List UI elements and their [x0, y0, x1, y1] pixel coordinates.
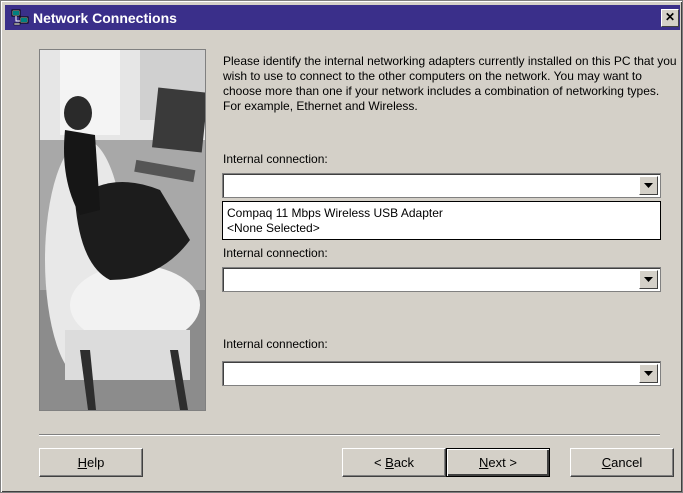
- instructions-text: Please identify the internal networking …: [223, 54, 677, 113]
- close-button[interactable]: ✕: [661, 9, 679, 27]
- connection-1-dropdown-list[interactable]: Compaq 11 Mbps Wireless USB Adapter <Non…: [222, 201, 661, 240]
- back-button[interactable]: < Back: [342, 448, 446, 477]
- cancel-access-key: C: [601, 455, 612, 470]
- connection-3-combo[interactable]: [222, 361, 661, 386]
- next-button[interactable]: Next >: [446, 448, 550, 477]
- connection-3-dropdown-button[interactable]: [639, 364, 658, 383]
- help-label-rest: elp: [87, 455, 105, 470]
- network-computers-icon: [11, 9, 29, 27]
- help-access-key: H: [77, 455, 88, 470]
- connection-2-combo[interactable]: [222, 267, 661, 292]
- connection-2-label: Internal connection:: [223, 246, 328, 260]
- next-label-rest: ext >: [488, 455, 517, 470]
- connection-3-label: Internal connection:: [223, 337, 328, 351]
- back-access-key: B: [385, 455, 394, 470]
- chevron-down-icon: [644, 371, 653, 376]
- next-access-key: N: [479, 455, 489, 470]
- back-label-rest: ack: [393, 455, 415, 470]
- window-title: Network Connections: [33, 10, 177, 26]
- cancel-button[interactable]: Cancel: [570, 448, 674, 477]
- dropdown-option[interactable]: <None Selected>: [227, 221, 320, 236]
- chevron-down-icon: [644, 183, 653, 188]
- back-label-prefix: <: [373, 455, 386, 470]
- connection-1-label: Internal connection:: [223, 152, 328, 166]
- button-separator: [39, 434, 660, 436]
- wizard-side-image: [39, 49, 206, 411]
- title-bar[interactable]: Network Connections ✕: [5, 5, 680, 30]
- help-button[interactable]: Help: [39, 448, 143, 477]
- cancel-label-rest: ancel: [611, 455, 643, 470]
- connection-1-dropdown-button[interactable]: [639, 176, 658, 195]
- chevron-down-icon: [644, 277, 653, 282]
- network-connections-window: Network Connections ✕ Please identify th…: [0, 0, 683, 493]
- connection-1-combo[interactable]: [222, 173, 661, 198]
- connection-2-dropdown-button[interactable]: [639, 270, 658, 289]
- dropdown-option[interactable]: Compaq 11 Mbps Wireless USB Adapter: [227, 206, 443, 221]
